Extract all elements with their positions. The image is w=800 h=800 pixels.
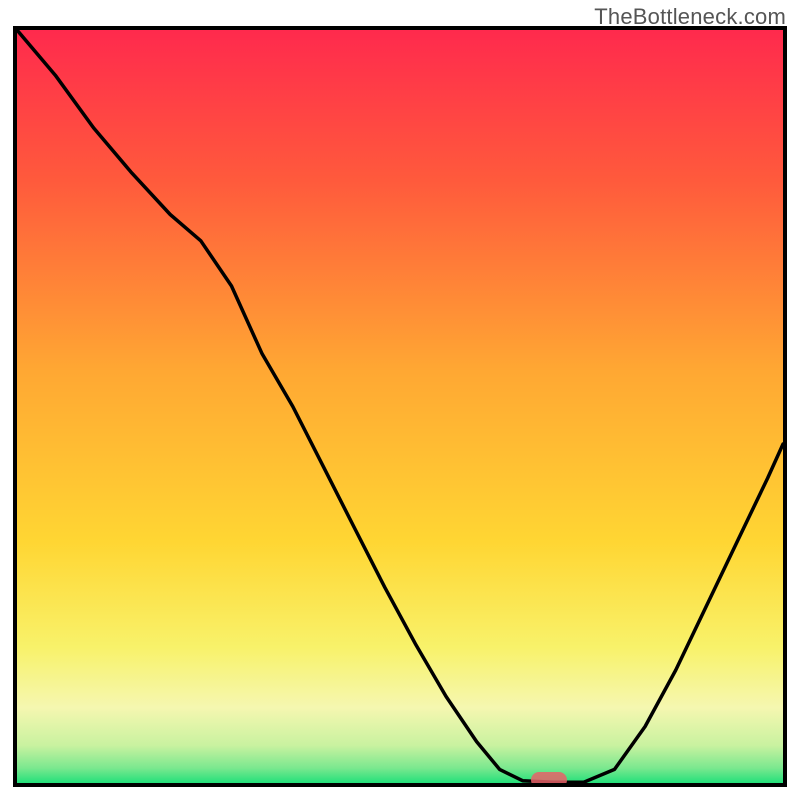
- watermark-text: TheBottleneck.com: [594, 4, 786, 30]
- plot-area: [17, 30, 783, 783]
- curve-path: [17, 30, 783, 782]
- optimal-marker: [531, 772, 567, 783]
- chart-container: TheBottleneck.com: [0, 0, 800, 800]
- bottleneck-curve: [17, 30, 783, 783]
- plot-frame: [13, 26, 787, 787]
